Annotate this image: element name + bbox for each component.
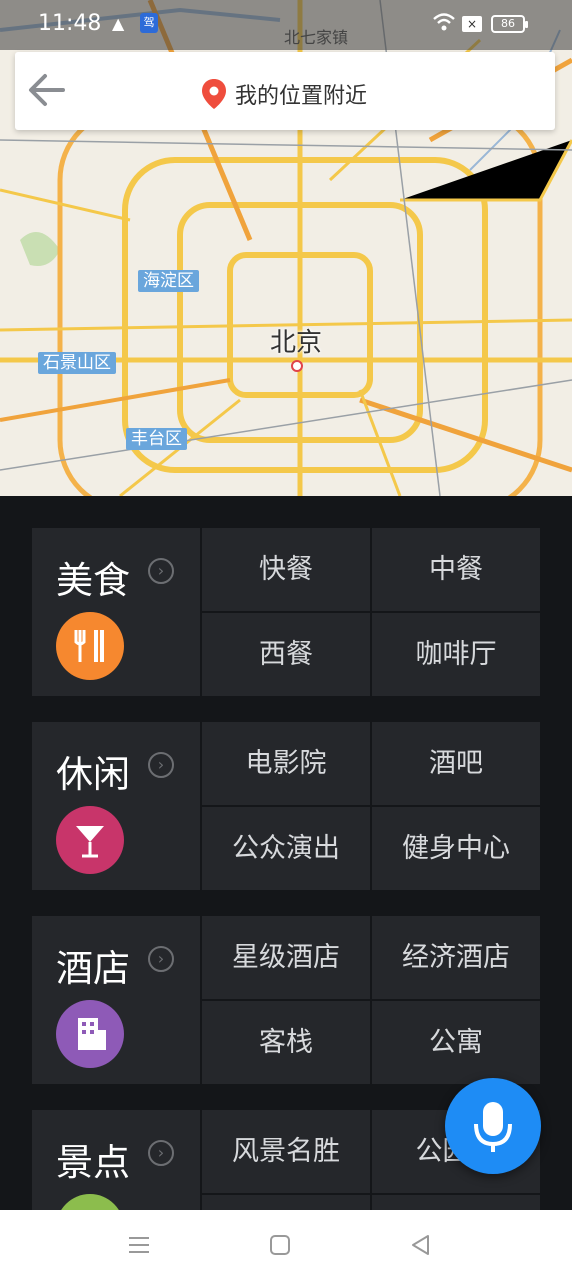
category-leisure: 休闲 › 电影院 酒吧 公众演出 健身中心 <box>32 722 540 890</box>
category-title: 休闲 <box>56 753 130 796</box>
location-text: 我的位置附近 <box>235 84 368 109</box>
more-arrow-icon[interactable]: › <box>148 946 174 972</box>
home-icon[interactable] <box>263 1228 297 1262</box>
more-arrow-icon[interactable]: › <box>148 752 174 778</box>
status-time: 11:48 <box>38 11 102 36</box>
category-hotel: 酒店 › 星级酒店 经济酒店 客栈 公寓 <box>32 916 540 1084</box>
warning-icon: ▲ <box>112 14 125 33</box>
district-label-fengtai: 丰台区 <box>126 428 187 450</box>
screen: 海淀区 石景山区 丰台区 北京 11:48 ▲ 驾 北七家镇 × 86 我的位置… <box>0 0 572 1280</box>
category-title: 酒店 <box>56 947 130 990</box>
category-header[interactable]: 美食 › <box>32 528 200 696</box>
city-label: 北京 <box>270 328 323 358</box>
battery-icon: 86 <box>491 15 528 33</box>
map-town-label: 北七家镇 <box>284 28 349 47</box>
category-food: 美食 › 快餐 中餐 西餐 咖啡厅 <box>32 528 540 696</box>
location-pin-icon <box>201 78 227 114</box>
cocktail-icon <box>56 806 124 874</box>
category-item[interactable]: 公众演出 <box>202 807 370 890</box>
menu-icon[interactable] <box>122 1228 156 1262</box>
category-item[interactable]: 风景名胜 <box>202 1110 370 1193</box>
more-arrow-icon[interactable]: › <box>148 558 174 584</box>
fork-knife-icon <box>56 612 124 680</box>
category-item[interactable]: 星级酒店 <box>202 916 370 999</box>
more-arrow-icon[interactable]: › <box>148 1140 174 1166</box>
category-title: 景点 <box>56 1141 130 1184</box>
category-item[interactable]: 快餐 <box>202 528 370 611</box>
category-item[interactable]: 西餐 <box>202 613 370 696</box>
location-bar[interactable]: 我的位置附近 <box>15 52 555 130</box>
district-label-shijingshan: 石景山区 <box>38 352 116 374</box>
system-nav-bar <box>0 1210 572 1280</box>
back-arrow-icon[interactable] <box>23 66 71 114</box>
status-bar: 11:48 ▲ 驾 北七家镇 × 86 <box>0 0 572 50</box>
wifi-icon <box>432 12 456 37</box>
category-item[interactable]: 电影院 <box>202 722 370 805</box>
category-item[interactable]: 经济酒店 <box>372 916 540 999</box>
district-label-haidian: 海淀区 <box>138 270 199 292</box>
category-item[interactable]: 酒吧 <box>372 722 540 805</box>
voice-search-button[interactable] <box>445 1078 541 1174</box>
category-item[interactable]: 客栈 <box>202 1001 370 1084</box>
category-header[interactable]: 休闲 › <box>32 722 200 890</box>
category-title: 美食 <box>56 559 130 602</box>
category-item[interactable]: 咖啡厅 <box>372 613 540 696</box>
category-item[interactable]: 中餐 <box>372 528 540 611</box>
back-triangle-icon[interactable] <box>404 1228 438 1262</box>
building-icon <box>56 1000 124 1068</box>
driving-app-icon: 驾 <box>140 13 158 33</box>
no-sim-icon: × <box>462 16 482 32</box>
category-item[interactable]: 健身中心 <box>372 807 540 890</box>
category-item[interactable]: 公寓 <box>372 1001 540 1084</box>
category-header[interactable]: 酒店 › <box>32 916 200 1084</box>
microphone-icon <box>474 1102 512 1152</box>
